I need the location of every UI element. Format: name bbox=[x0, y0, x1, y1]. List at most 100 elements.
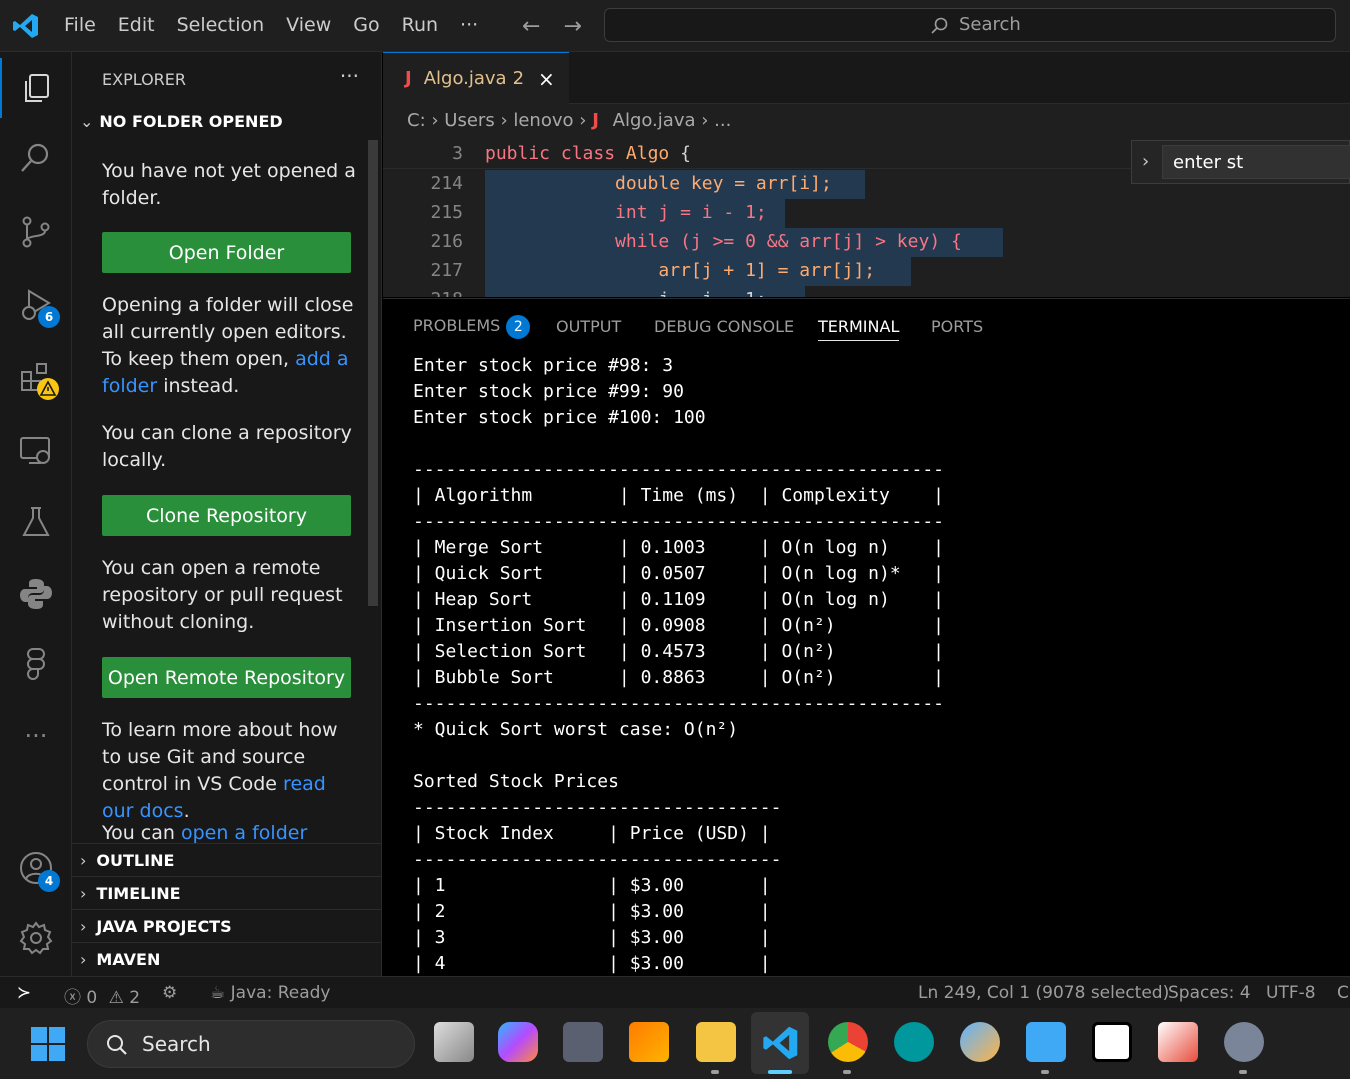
menu-view[interactable]: View bbox=[286, 14, 331, 36]
explorer-activity[interactable] bbox=[0, 58, 72, 118]
calculator-icon[interactable] bbox=[563, 1022, 603, 1062]
encoding-status[interactable]: UTF-8 bbox=[1266, 983, 1316, 1003]
breadcrumb: C: › Users › lenovo › J Algo.java › ... bbox=[407, 110, 731, 131]
chrome-icon[interactable] bbox=[828, 1022, 868, 1062]
accounts-activity[interactable]: 4 bbox=[0, 838, 72, 898]
text-part: You can bbox=[102, 822, 181, 844]
sidebar-scrollbar[interactable] bbox=[368, 140, 378, 606]
warning-count: 2 bbox=[129, 988, 141, 1008]
vscode-taskbar-icon[interactable] bbox=[762, 1024, 800, 1062]
no-folder-section-header[interactable]: ⌄ NO FOLDER OPENED bbox=[80, 112, 283, 131]
tab-debug-console[interactable]: DEBUG CONSOLE bbox=[654, 317, 794, 336]
breadcrumb-item[interactable]: C: bbox=[407, 110, 426, 131]
open-folder-button[interactable]: Open Folder bbox=[102, 232, 351, 273]
close-icon[interactable]: × bbox=[538, 67, 555, 91]
terminal-line: | Heap Sort | 0.1109 | O(n log n) | bbox=[413, 589, 945, 610]
terminal-output[interactable]: Enter stock price #98: 3 Enter stock pric… bbox=[413, 353, 944, 977]
menu-file[interactable]: File bbox=[64, 14, 96, 36]
menu-selection[interactable]: Selection bbox=[177, 14, 265, 36]
tab-algo-java[interactable]: J Algo.java 2 × bbox=[383, 52, 569, 104]
code-line[interactable]: 216 while (j >= 0 && arr[j] > key) { bbox=[383, 228, 1350, 257]
run-debug-activity[interactable]: 6 bbox=[0, 274, 72, 334]
line-number: 218 bbox=[383, 289, 463, 297]
menu-run[interactable]: Run bbox=[402, 14, 438, 36]
menu-edit[interactable]: Edit bbox=[118, 14, 155, 36]
breadcrumb-item[interactable]: lenovo bbox=[513, 110, 573, 131]
breadcrumb-item[interactable]: ... bbox=[714, 110, 731, 131]
snipping-tool-icon[interactable] bbox=[1158, 1022, 1198, 1062]
notion-icon[interactable] bbox=[1092, 1022, 1132, 1062]
bottom-panel: PROBLEMS 2 OUTPUT DEBUG CONSOLE TERMINAL … bbox=[383, 298, 1350, 976]
copilot-icon[interactable] bbox=[498, 1022, 538, 1062]
figma-activity[interactable] bbox=[0, 634, 72, 694]
breadcrumb-item[interactable]: Algo.java bbox=[613, 110, 696, 131]
problems-status[interactable]: ⓧ 0 ⚠ 2 bbox=[64, 983, 140, 1008]
terminal-line: ----------------------------------------… bbox=[413, 459, 945, 480]
find-input[interactable]: enter st bbox=[1162, 145, 1350, 179]
code-line[interactable]: 215 int j = i - 1; bbox=[383, 199, 1350, 228]
code-line[interactable]: 218 j = j - 1; bbox=[383, 286, 1350, 297]
warning-icon: ⚠ bbox=[108, 988, 124, 1008]
eol-status[interactable]: C bbox=[1337, 983, 1349, 1003]
tab-problems[interactable]: PROBLEMS 2 bbox=[413, 315, 531, 339]
tab-terminal[interactable]: TERMINAL bbox=[818, 317, 900, 341]
notepad-icon[interactable] bbox=[1026, 1022, 1066, 1062]
tab-output[interactable]: OUTPUT bbox=[556, 317, 621, 336]
tab-ports[interactable]: PORTS bbox=[931, 317, 983, 336]
python-icon bbox=[20, 579, 52, 609]
line-number: 3 bbox=[452, 143, 463, 164]
python-activity[interactable] bbox=[0, 564, 72, 624]
settings-gear-icon[interactable] bbox=[1224, 1022, 1264, 1062]
sidebar-more-button[interactable]: ··· bbox=[340, 64, 359, 88]
more-icon: ··· bbox=[24, 722, 48, 750]
source-control-activity[interactable] bbox=[0, 202, 72, 262]
search-activity[interactable] bbox=[0, 128, 72, 188]
section-label: TIMELINE bbox=[96, 883, 181, 903]
taskbar-search[interactable]: Search bbox=[87, 1020, 415, 1068]
windows-taskbar: Search bbox=[0, 1008, 1350, 1079]
running-indicator bbox=[843, 1070, 851, 1074]
manage-activity[interactable] bbox=[0, 908, 72, 968]
tab-filename: Algo.java bbox=[423, 68, 507, 89]
chevron-right-icon[interactable]: › bbox=[1142, 151, 1149, 172]
indentation-status[interactable]: Spaces: 4 bbox=[1168, 983, 1251, 1003]
remote-icon: ≻ bbox=[16, 983, 32, 1003]
terminal-line: | Merge Sort | 0.1003 | O(n log n) | bbox=[413, 537, 945, 558]
java-status[interactable]: ☕ Java: Ready bbox=[210, 983, 330, 1003]
timeline-section[interactable]: › TIMELINE bbox=[72, 876, 382, 909]
terminal-line: | 1 | $3.00 | bbox=[413, 875, 771, 896]
breadcrumb-item[interactable]: Users bbox=[444, 110, 494, 131]
java-projects-section[interactable]: › JAVA PROJECTS bbox=[72, 909, 382, 942]
app-icon[interactable] bbox=[629, 1022, 669, 1062]
menu-more[interactable]: ··· bbox=[460, 14, 478, 36]
windows-start-icon[interactable] bbox=[30, 1026, 66, 1062]
maven-section[interactable]: › MAVEN bbox=[72, 942, 382, 975]
error-icon: ⓧ bbox=[64, 988, 81, 1008]
arduino-icon[interactable] bbox=[894, 1022, 934, 1062]
command-center-search[interactable]: Search bbox=[604, 8, 1336, 42]
extensions-activity[interactable] bbox=[0, 348, 72, 408]
back-arrow-icon[interactable]: ← bbox=[522, 14, 540, 39]
terminal-line: | 4 | $3.00 | bbox=[413, 953, 771, 974]
clone-repository-button[interactable]: Clone Repository bbox=[102, 495, 351, 536]
open-folder-link[interactable]: open a folder bbox=[181, 822, 307, 844]
cursor-position[interactable]: Ln 249, Col 1 (9078 selected) bbox=[918, 983, 1169, 1003]
outline-section[interactable]: › OUTLINE bbox=[72, 843, 382, 876]
debug-status-icon[interactable]: ⚙ bbox=[162, 983, 177, 1003]
more-views-activity[interactable]: ··· bbox=[0, 706, 72, 766]
code-text: arr[j + 1] = arr[j]; bbox=[485, 260, 876, 281]
code-line[interactable]: 217 arr[j + 1] = arr[j]; bbox=[383, 257, 1350, 286]
menu-go[interactable]: Go bbox=[353, 14, 379, 36]
accounts-badge: 4 bbox=[38, 870, 60, 892]
file-explorer-icon[interactable] bbox=[696, 1022, 736, 1062]
testing-activity[interactable] bbox=[0, 492, 72, 552]
task-view-icon[interactable] bbox=[434, 1022, 474, 1062]
remote-indicator[interactable]: ≻ bbox=[0, 977, 48, 1009]
text-part: . bbox=[183, 800, 190, 822]
paint-icon[interactable] bbox=[960, 1022, 1000, 1062]
remote-explorer-activity[interactable] bbox=[0, 420, 72, 480]
open-remote-repository-button[interactable]: Open Remote Repository bbox=[102, 657, 351, 698]
code-text: j = j - 1; bbox=[485, 289, 766, 297]
forward-arrow-icon[interactable]: → bbox=[563, 14, 581, 39]
remote-explorer-icon bbox=[20, 437, 50, 464]
